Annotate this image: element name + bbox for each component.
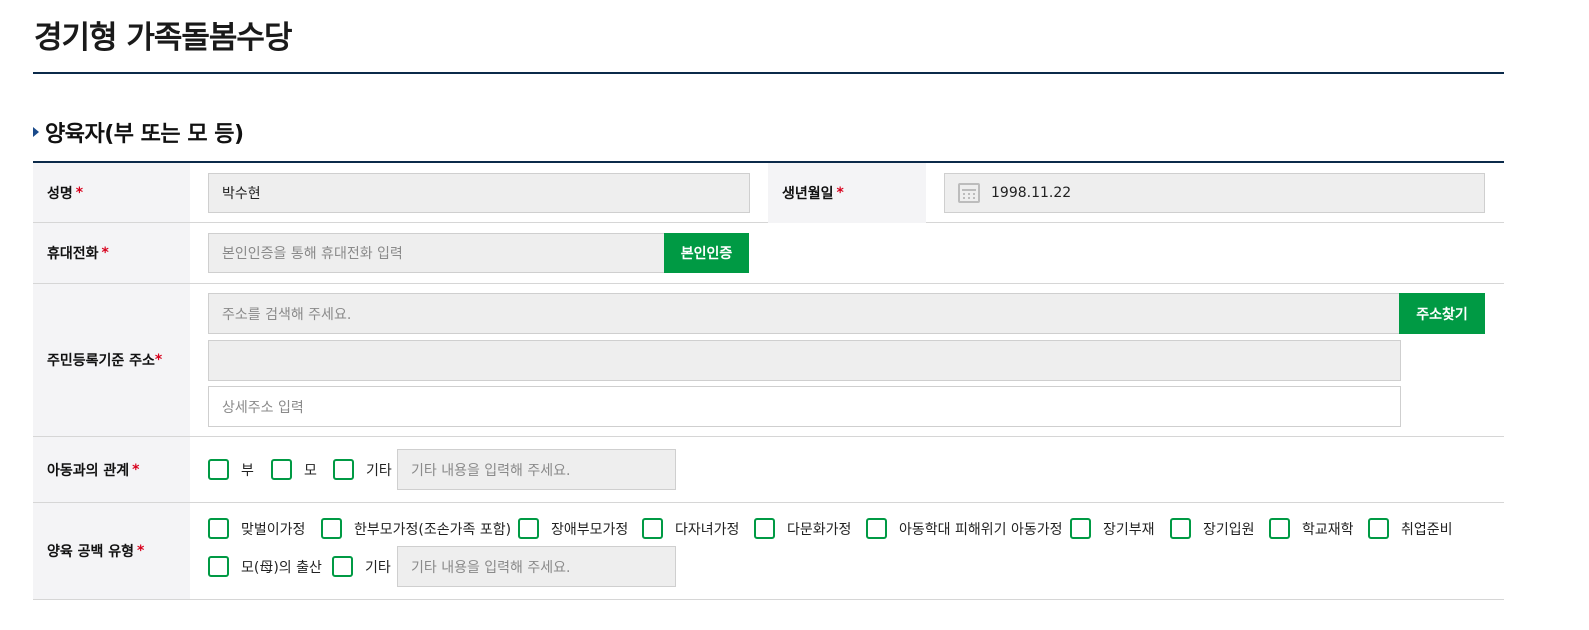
address-line2-field[interactable] [208, 340, 1401, 381]
triangle-bullet-icon [33, 127, 39, 137]
checkbox-box[interactable] [642, 518, 663, 539]
page-title: 경기형 가족돌봄수당 [34, 20, 292, 56]
checkbox-label: 맞벌이가정 [241, 521, 306, 538]
address-value-cell: 주소를 검색해 주세요. 주소찾기 상세주소 입력 [190, 284, 1504, 436]
checkbox-box[interactable] [321, 518, 342, 539]
name-label-cell: 성명 * [33, 163, 190, 222]
phone-label: 휴대전화 [47, 246, 99, 262]
gap-type-label: 양육 공백 유형 [47, 544, 135, 560]
section-heading: 양육자(부 또는 모 등) [33, 116, 244, 148]
checkbox-label: 기타 [365, 559, 391, 576]
checkbox-label: 학교재학 [1302, 521, 1354, 538]
relation-label: 아동과의 관계 [47, 462, 130, 479]
checkbox-box[interactable] [754, 518, 775, 539]
checkbox-label: 기타 [366, 462, 392, 479]
form-row-gap-type: 양육 공백 유형 * 맞벌이가정 한부모가정(조손가족 포함) 장애부모가정 다자… [33, 503, 1504, 600]
birth-label-cell: 생년월일 * [768, 163, 926, 223]
guardian-form: 성명 * 박수현 생년월일 * 1998.11.22 휴대전화 * 본인인증을 통해 … [33, 161, 1504, 600]
gap-checkbox-multi-child[interactable]: 다자녀가정 [642, 518, 739, 539]
checkbox-label: 장애부모가정 [551, 521, 629, 538]
relation-checkbox-other[interactable]: 기타 [333, 459, 392, 480]
checkbox-box[interactable] [1170, 518, 1191, 539]
gap-type-value-cell: 맞벌이가정 한부모가정(조손가족 포함) 장애부모가정 다자녀가정 다문화가정 … [190, 503, 1504, 599]
checkbox-label: 취업준비 [1401, 521, 1453, 538]
relation-label-cell: 아동과의 관계 * [33, 437, 190, 502]
required-mark: * [132, 461, 140, 478]
required-mark: * [836, 185, 844, 201]
gap-checkbox-single-parent[interactable]: 한부모가정(조손가족 포함) [321, 518, 511, 539]
address-search-button[interactable]: 주소찾기 [1399, 293, 1485, 334]
gap-checkbox-disabled-parent[interactable]: 장애부모가정 [518, 518, 628, 539]
birth-label: 생년월일 [782, 186, 834, 202]
checkbox-box[interactable] [333, 459, 354, 480]
gap-other-input[interactable]: 기타 내용을 입력해 주세요. [397, 546, 676, 587]
form-row-relation: 아동과의 관계 * 부 모 기타 기타 내용을 입력해 주세요. [33, 437, 1504, 503]
title-divider [33, 72, 1504, 74]
checkbox-label: 장기부재 [1103, 521, 1155, 538]
phone-label-cell: 휴대전화 * [33, 223, 190, 283]
address-search-field[interactable]: 주소를 검색해 주세요. [208, 293, 1401, 334]
phone-value-cell: 본인인증을 통해 휴대전화 입력 본인인증 [190, 223, 1504, 283]
checkbox-box[interactable] [332, 556, 353, 577]
checkbox-box[interactable] [518, 518, 539, 539]
required-mark: * [75, 184, 84, 201]
checkbox-box[interactable] [208, 556, 229, 577]
gap-checkbox-dual-income[interactable]: 맞벌이가정 [208, 518, 305, 539]
gap-checkbox-maternity[interactable]: 모(母)의 출산 [208, 556, 322, 577]
gap-checkbox-other[interactable]: 기타 [332, 556, 391, 577]
checkbox-label: 모 [304, 462, 317, 479]
address-detail-field[interactable]: 상세주소 입력 [208, 386, 1401, 427]
relation-checkbox-mother[interactable]: 모 [271, 459, 317, 480]
required-mark: * [137, 543, 145, 559]
gap-checkbox-abuse-risk[interactable]: 아동학대 피해위기 아동가정 [866, 518, 1062, 539]
checkbox-box[interactable] [1070, 518, 1091, 539]
form-row-address: 주민등록기준 주소 * 주소를 검색해 주세요. 주소찾기 상세주소 입력 [33, 284, 1504, 437]
section-title: 양육자(부 또는 모 등) [45, 122, 244, 147]
name-label: 성명 [47, 185, 73, 202]
verify-identity-button[interactable]: 본인인증 [664, 233, 749, 273]
checkbox-box[interactable] [866, 518, 887, 539]
required-mark: * [101, 245, 109, 261]
gap-checkbox-student[interactable]: 학교재학 [1269, 518, 1354, 539]
birthdate-field[interactable]: 1998.11.22 [944, 173, 1485, 213]
checkbox-label: 모(母)의 출산 [241, 559, 322, 576]
checkbox-box[interactable] [208, 518, 229, 539]
form-row-phone: 휴대전화 * 본인인증을 통해 휴대전화 입력 본인인증 [33, 223, 1504, 284]
relation-value-cell: 부 모 기타 기타 내용을 입력해 주세요. [190, 437, 1504, 502]
name-field[interactable]: 박수현 [208, 173, 750, 213]
checkbox-box[interactable] [1269, 518, 1290, 539]
checkbox-label: 다자녀가정 [675, 521, 740, 538]
relation-other-input[interactable]: 기타 내용을 입력해 주세요. [397, 449, 676, 490]
birthdate-value: 1998.11.22 [991, 185, 1072, 201]
checkbox-label: 다문화가정 [787, 521, 852, 538]
checkbox-box[interactable] [208, 459, 229, 480]
address-label: 주민등록기준 주소 [47, 353, 155, 369]
gap-checkbox-long-hospital[interactable]: 장기입원 [1170, 518, 1255, 539]
gap-checkbox-long-absence[interactable]: 장기부재 [1070, 518, 1155, 539]
phone-field[interactable]: 본인인증을 통해 휴대전화 입력 [208, 233, 666, 273]
checkbox-label: 아동학대 피해위기 아동가정 [899, 521, 1063, 538]
checkbox-label: 한부모가정(조손가족 포함) [354, 521, 512, 538]
calendar-icon[interactable] [958, 183, 980, 203]
gap-checkbox-job-prep[interactable]: 취업준비 [1368, 518, 1453, 539]
relation-checkbox-father[interactable]: 부 [208, 459, 254, 480]
checkbox-box[interactable] [271, 459, 292, 480]
gap-checkbox-multicultural[interactable]: 다문화가정 [754, 518, 851, 539]
checkbox-label: 부 [241, 462, 254, 479]
gap-type-label-cell: 양육 공백 유형 * [33, 503, 190, 599]
checkbox-box[interactable] [1368, 518, 1389, 539]
address-label-cell: 주민등록기준 주소 * [33, 284, 190, 436]
required-mark: * [154, 352, 163, 368]
checkbox-label: 장기입원 [1203, 521, 1255, 538]
